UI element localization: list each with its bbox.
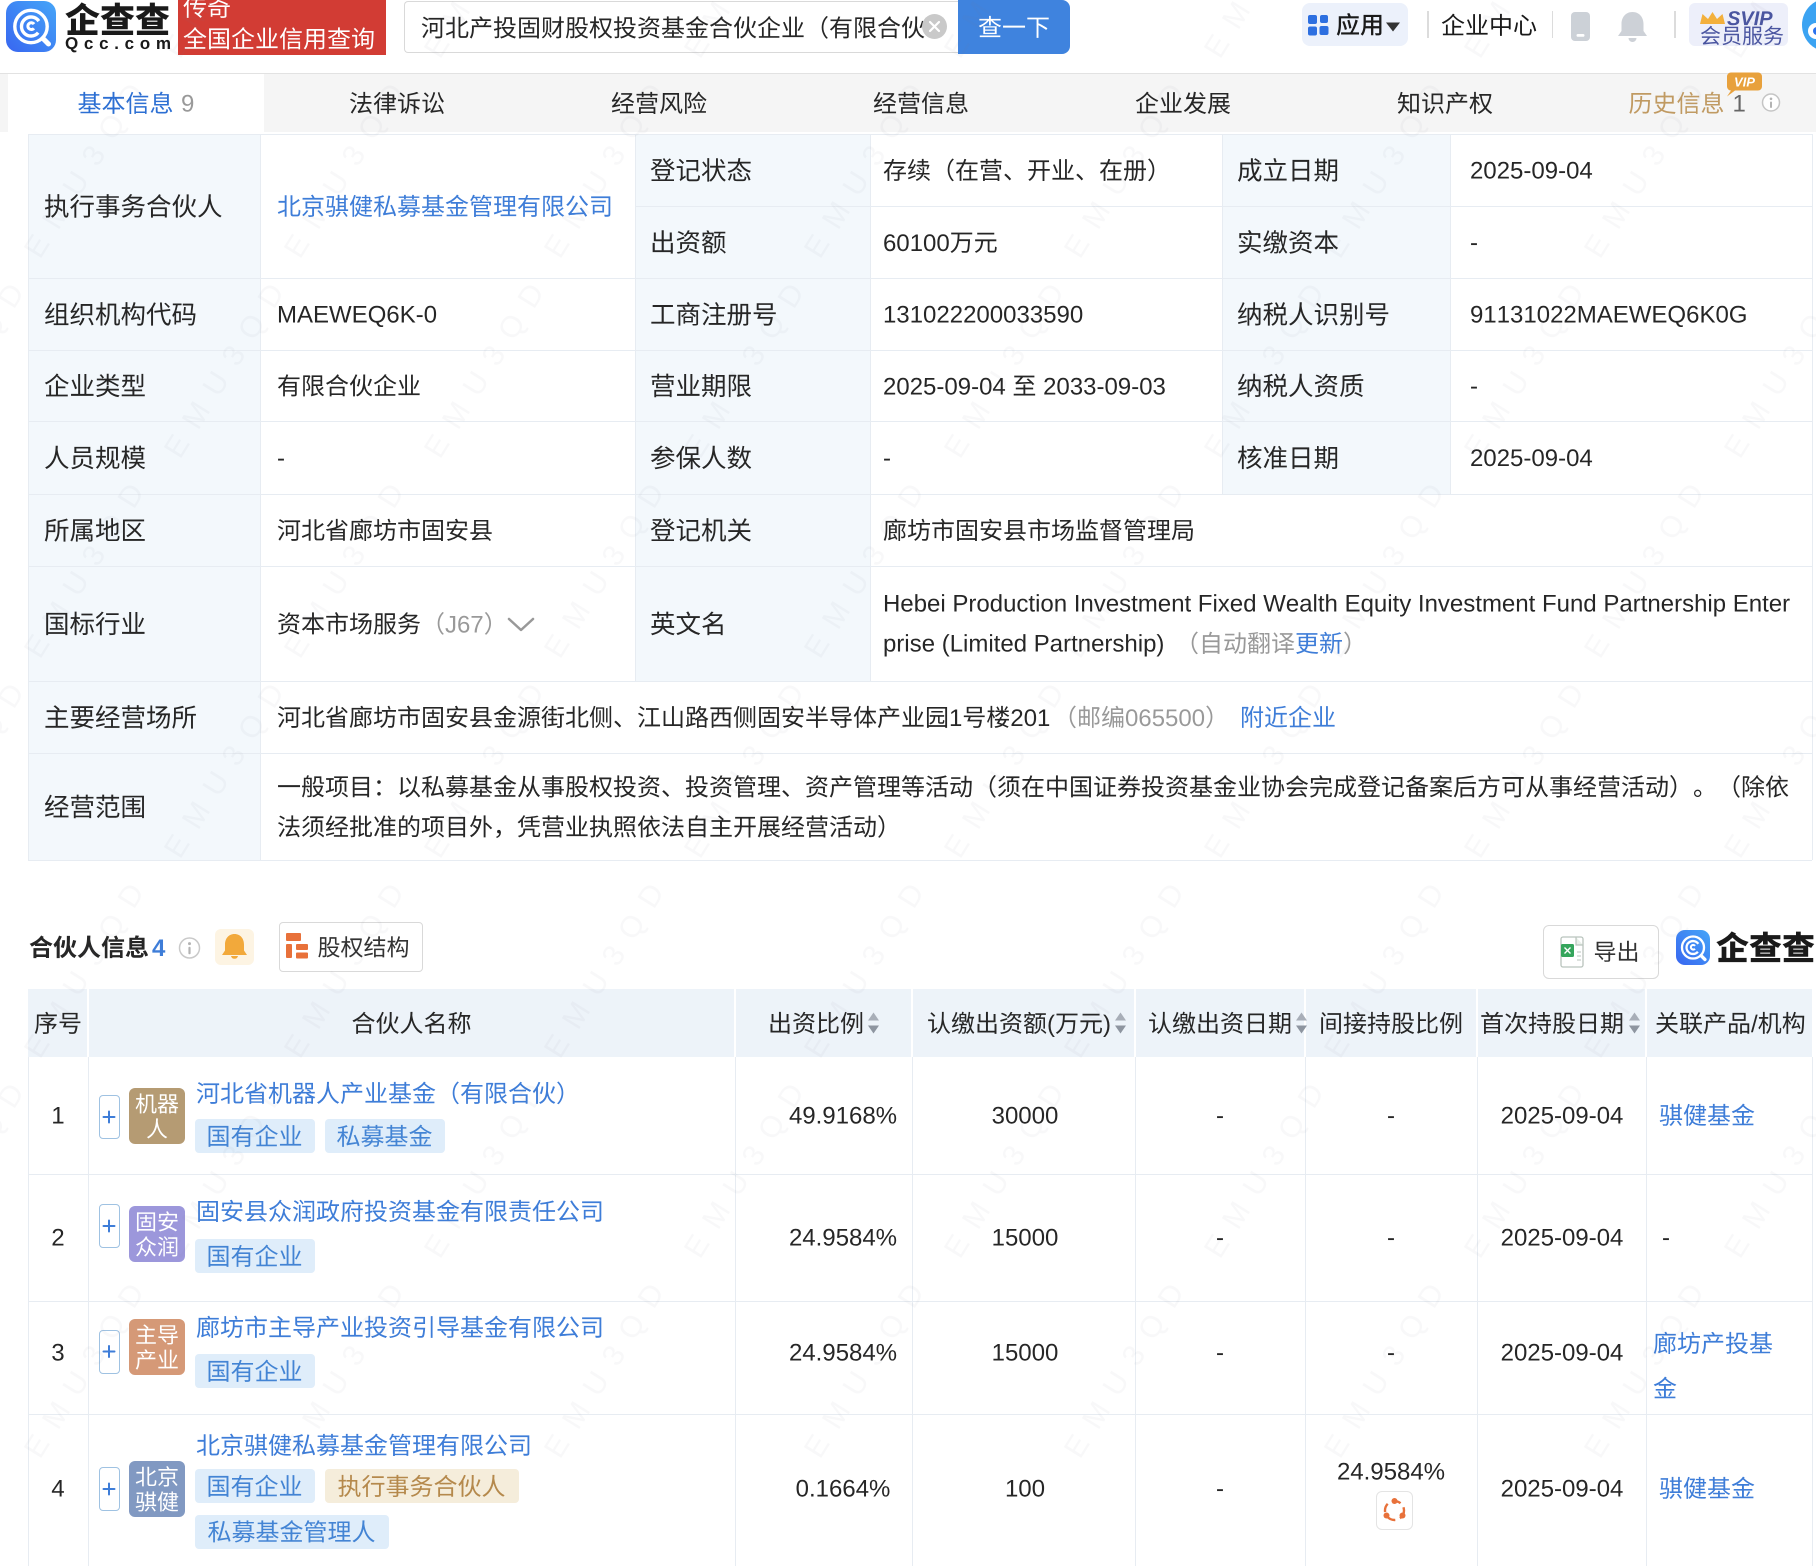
svg-text:EMU3QD: EMU3QD bbox=[158, 666, 299, 864]
svg-text:EMU3QD: EMU3QD bbox=[1578, 66, 1719, 264]
svg-text:EMU3QD: EMU3QD bbox=[1458, 666, 1599, 864]
svg-text:EMU3QD: EMU3QD bbox=[158, 266, 299, 464]
svg-text:EMU3QD: EMU3QD bbox=[798, 466, 939, 664]
svg-text:EMU3QD: EMU3QD bbox=[18, 66, 159, 264]
svg-text:EMU3QD: EMU3QD bbox=[418, 1066, 559, 1264]
svg-text:EMU3QD: EMU3QD bbox=[1578, 866, 1719, 1064]
svg-text:EMU3QD: EMU3QD bbox=[1718, 0, 1816, 64]
svg-text:EMU3QD: EMU3QD bbox=[798, 866, 939, 1064]
svg-text:EMU3QD: EMU3QD bbox=[1198, 666, 1339, 864]
svg-text:EMU3QD: EMU3QD bbox=[1718, 666, 1816, 864]
svg-text:EMU3QD: EMU3QD bbox=[1058, 466, 1199, 664]
svg-text:EMU3QD: EMU3QD bbox=[938, 266, 1079, 464]
svg-text:EMU3QD: EMU3QD bbox=[538, 466, 679, 664]
svg-text:EMU3QD: EMU3QD bbox=[278, 1266, 419, 1464]
svg-text:EMU3QD: EMU3QD bbox=[1198, 1066, 1339, 1264]
svg-text:EMU3QD: EMU3QD bbox=[1318, 866, 1459, 1064]
svg-text:EMU3QD: EMU3QD bbox=[278, 866, 419, 1064]
svg-text:EMU3QD: EMU3QD bbox=[1198, 0, 1339, 64]
svg-text:EMU3QD: EMU3QD bbox=[1058, 1266, 1199, 1464]
svg-text:EMU3QD: EMU3QD bbox=[798, 1266, 939, 1464]
svg-text:EMU3QD: EMU3QD bbox=[1458, 266, 1599, 464]
svg-text:EMU3QD: EMU3QD bbox=[18, 866, 159, 1064]
svg-text:EMU3QD: EMU3QD bbox=[278, 466, 419, 664]
svg-text:EMU3QD: EMU3QD bbox=[938, 0, 1079, 64]
svg-text:EMU3QD: EMU3QD bbox=[1198, 266, 1339, 464]
svg-text:EMU3QD: EMU3QD bbox=[678, 1066, 819, 1264]
svg-text:EMU3QD: EMU3QD bbox=[1318, 466, 1459, 664]
svg-text:EMU3QD: EMU3QD bbox=[538, 866, 679, 1064]
svg-text:EMU3QD: EMU3QD bbox=[1318, 66, 1459, 264]
svg-text:EMU3QD: EMU3QD bbox=[1578, 1266, 1719, 1464]
svg-text:EMU3QD: EMU3QD bbox=[1718, 266, 1816, 464]
svg-text:EMU3QD: EMU3QD bbox=[0, 1066, 38, 1264]
svg-text:EMU3QD: EMU3QD bbox=[0, 666, 38, 864]
svg-text:EMU3QD: EMU3QD bbox=[418, 266, 559, 464]
svg-text:EMU3QD: EMU3QD bbox=[678, 0, 819, 64]
svg-text:EMU3QD: EMU3QD bbox=[278, 66, 419, 264]
svg-text:EMU3QD: EMU3QD bbox=[938, 666, 1079, 864]
svg-text:EMU3QD: EMU3QD bbox=[1058, 866, 1199, 1064]
svg-text:EMU3QD: EMU3QD bbox=[1058, 66, 1199, 264]
svg-text:EMU3QD: EMU3QD bbox=[418, 666, 559, 864]
svg-text:EMU3QD: EMU3QD bbox=[1578, 466, 1719, 664]
svg-text:EMU3QD: EMU3QD bbox=[1318, 1266, 1459, 1464]
svg-text:EMU3QD: EMU3QD bbox=[18, 466, 159, 664]
svg-text:EMU3QD: EMU3QD bbox=[0, 266, 38, 464]
svg-text:EMU3QD: EMU3QD bbox=[538, 1266, 679, 1464]
svg-text:EMU3QD: EMU3QD bbox=[678, 266, 819, 464]
svg-text:EMU3QD: EMU3QD bbox=[1718, 1066, 1816, 1264]
